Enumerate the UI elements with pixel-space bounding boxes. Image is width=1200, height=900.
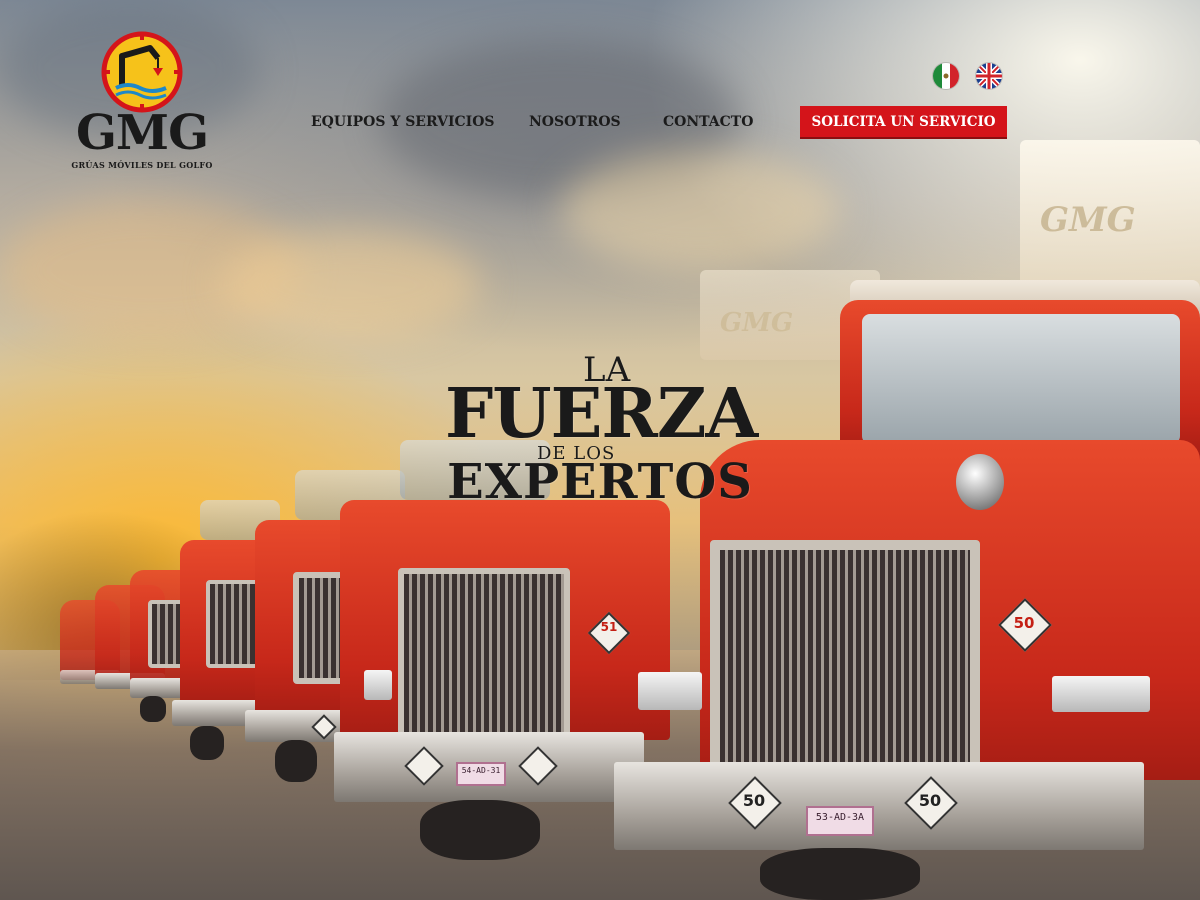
- truck-number: 50: [918, 791, 942, 810]
- license-plate-text: 53-AD-3A: [815, 812, 865, 823]
- trailer-logo: GMG: [720, 308, 794, 338]
- crane-emblem-icon: [101, 31, 183, 113]
- uk-flag-icon[interactable]: [976, 63, 1002, 89]
- logo-subtitle: GRÚAS MÓVILES DEL GOLFO: [71, 160, 213, 170]
- license-plate-text: 54-AD-31: [461, 766, 501, 775]
- brand-logo[interactable]: GMG GRÚAS MÓVILES DEL GOLFO: [64, 30, 220, 172]
- cloud: [220, 230, 480, 340]
- headline-expertos: EXPERTOS: [447, 454, 753, 510]
- mexico-flag-icon[interactable]: [933, 63, 959, 89]
- truck-number: 50: [742, 791, 766, 810]
- nav-nosotros[interactable]: NOSOTROS: [529, 114, 621, 130]
- trailer-logo: GMG: [1040, 200, 1136, 240]
- truck-number: 51: [600, 620, 618, 634]
- truck-number: 50: [1013, 614, 1035, 632]
- nav-contacto[interactable]: CONTACTO: [663, 114, 753, 130]
- logo-wordmark: GMG: [75, 105, 209, 161]
- nav-equipos-y-servicios[interactable]: EQUIPOS Y SERVICIOS: [311, 114, 495, 130]
- headline-fuerza: FUERZA: [445, 374, 758, 454]
- solicita-servicio-button[interactable]: SOLICITA UN SERVICIO: [800, 106, 1007, 137]
- chrome-horn: [956, 454, 1004, 510]
- cloud: [560, 150, 840, 270]
- hero-banner: GMG GMG 51 54-AD-31 50 50 50 53-AD-3A GM…: [0, 0, 1200, 900]
